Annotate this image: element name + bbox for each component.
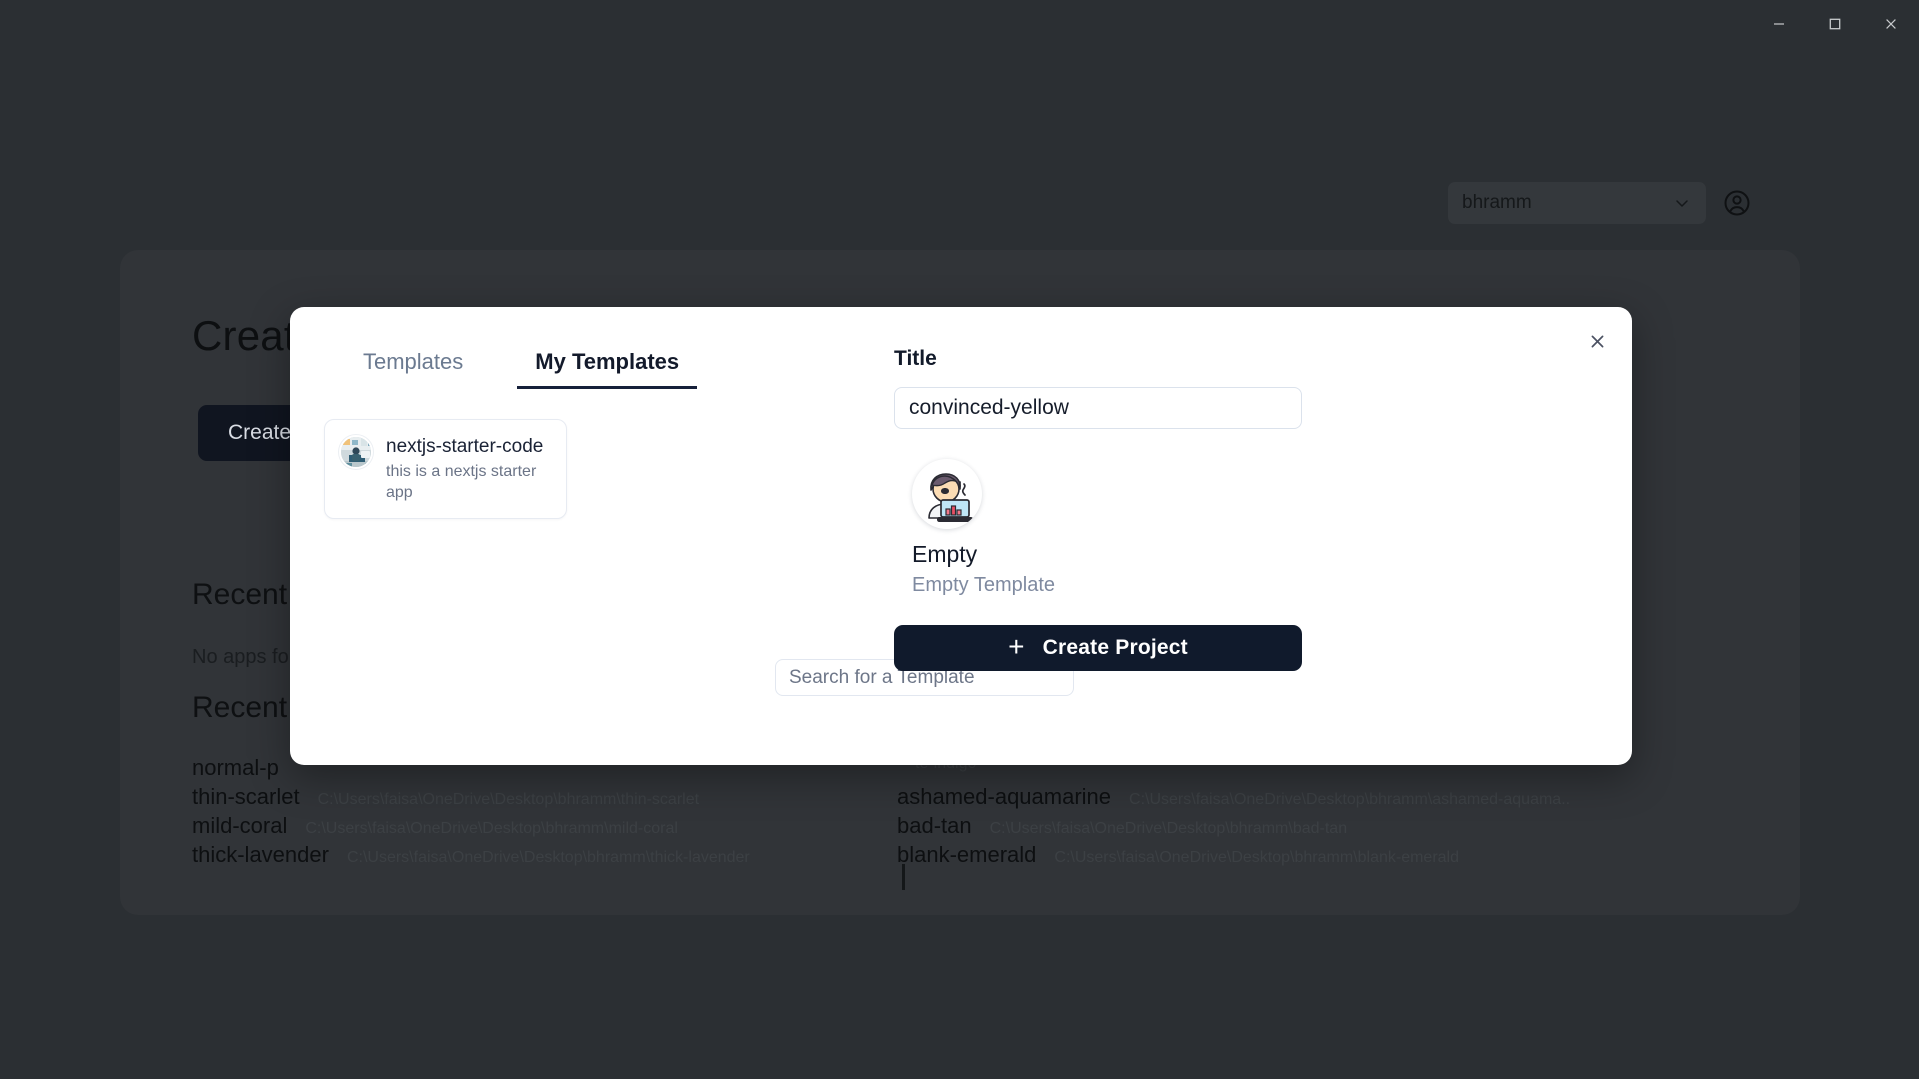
modal-overlay: Templates My Templates Search for a Temp… <box>0 0 1919 1079</box>
template-picker-dialog: Templates My Templates Search for a Temp… <box>290 307 1632 765</box>
selected-template-description: Empty Template <box>912 574 1056 596</box>
tab-my-templates[interactable]: My Templates <box>517 349 698 389</box>
create-project-label: Create Project <box>1042 636 1188 659</box>
tab-bar: Templates My Templates <box>345 349 698 389</box>
project-title-input[interactable] <box>894 387 1302 429</box>
template-card-nextjs-starter-code[interactable]: nextjs-starter-code this is a nextjs sta… <box>324 419 567 520</box>
template-description: this is a nextjs starter app <box>386 462 537 501</box>
selected-template: Empty Empty Template <box>912 459 1172 597</box>
person-with-laptop-chart-icon <box>912 459 982 529</box>
application-window: bhramm Create Create Recent No apps fo R… <box>0 0 1919 1079</box>
template-detail-panel: Title convinced-yellow Empty Empty Templ… <box>894 307 1632 765</box>
template-list: nextjs-starter-code this is a nextjs sta… <box>324 419 744 520</box>
tab-templates[interactable]: Templates <box>345 349 481 389</box>
plus-icon: + <box>1008 631 1025 662</box>
selected-template-name: Empty <box>912 541 978 567</box>
create-project-button[interactable]: + Create Project <box>894 625 1302 671</box>
template-name: nextjs-starter-code <box>386 436 544 457</box>
template-card-text: nextjs-starter-code this is a nextjs sta… <box>386 435 552 503</box>
person-at-desk-thumbnail <box>339 435 373 469</box>
title-label: Title <box>894 347 937 370</box>
